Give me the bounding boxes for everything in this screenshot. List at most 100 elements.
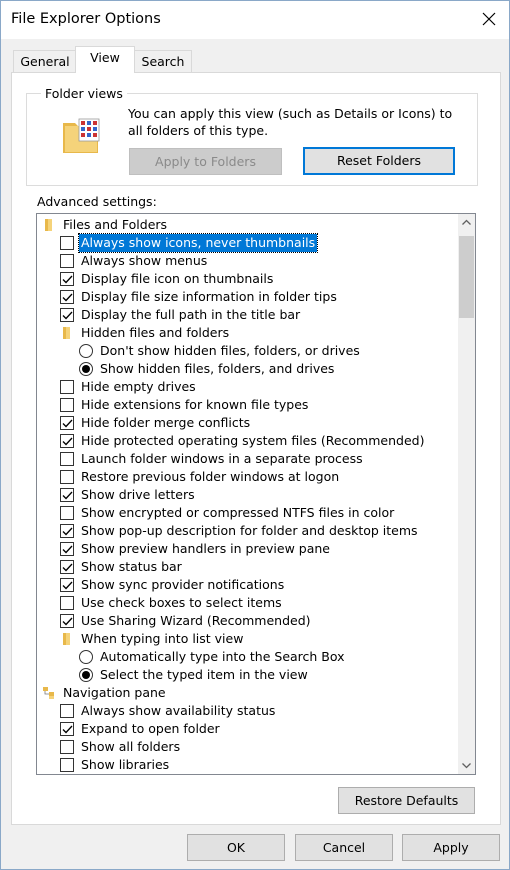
- checkbox-unchecked[interactable]: [60, 236, 74, 250]
- tree-item-radio[interactable]: Automatically type into the Search Box: [79, 648, 469, 666]
- tree-item-check[interactable]: Show sync provider notifications: [60, 576, 450, 594]
- tree-item-label: Restore previous folder windows at logon: [81, 469, 340, 484]
- tree-item-label: Hide protected operating system files (R…: [81, 433, 425, 448]
- checkbox-checked[interactable]: [60, 272, 74, 286]
- tree-item-check[interactable]: Hide empty drives: [60, 378, 450, 396]
- radio-unselected[interactable]: [79, 344, 93, 358]
- tree-item-check[interactable]: Restore previous folder windows at logon: [60, 468, 450, 486]
- tree-item-radio[interactable]: Select the typed item in the view: [79, 666, 469, 684]
- checkmark-icon: [62, 419, 73, 428]
- scroll-down-button[interactable]: [458, 757, 475, 774]
- advanced-settings-tree[interactable]: Files and Folders Always show icons, neve…: [36, 213, 476, 775]
- close-button[interactable]: [477, 7, 501, 31]
- tree-item-check[interactable]: Expand to open folder: [60, 720, 450, 738]
- tree-item-check[interactable]: Hide protected operating system files (R…: [60, 432, 450, 450]
- tree-item-label: Show libraries: [81, 757, 170, 772]
- tree-item-check[interactable]: Show all folders: [60, 738, 450, 756]
- checkbox-checked[interactable]: [60, 434, 74, 448]
- tree-item-label: Launch folder windows in a separate proc…: [81, 451, 363, 466]
- tree-item-label: Show all folders: [81, 739, 181, 754]
- radio-unselected[interactable]: [79, 650, 93, 664]
- checkbox-checked[interactable]: [60, 578, 74, 592]
- checkbox-unchecked[interactable]: [60, 398, 74, 412]
- apply-to-folders-button[interactable]: Apply to Folders: [129, 148, 282, 175]
- tree-item-label: Always show menus: [81, 253, 208, 268]
- checkbox-checked[interactable]: [60, 308, 74, 322]
- apply-button[interactable]: Apply: [402, 834, 500, 861]
- checkbox-checked[interactable]: [60, 560, 74, 574]
- tree-item-label: Use Sharing Wizard (Recommended): [81, 613, 311, 628]
- folder-icon: [63, 327, 70, 339]
- tree-item-check[interactable]: Display the full path in the title bar: [60, 306, 450, 324]
- checkmark-icon: [62, 491, 73, 500]
- tab-general[interactable]: General: [13, 50, 77, 74]
- tree-item-label: When typing into list view: [81, 631, 244, 646]
- vertical-scrollbar[interactable]: [458, 214, 475, 774]
- checkbox-unchecked[interactable]: [60, 452, 74, 466]
- tree-item-check[interactable]: Always show menus: [60, 252, 450, 270]
- tree-item-check[interactable]: Hide extensions for known file types: [60, 396, 450, 414]
- checkbox-unchecked[interactable]: [60, 596, 74, 610]
- tree-item-radio[interactable]: Show hidden files, folders, and drives: [79, 360, 469, 378]
- tab-search[interactable]: Search: [134, 50, 192, 74]
- checkbox-unchecked[interactable]: [60, 758, 74, 772]
- restore-defaults-button[interactable]: Restore Defaults: [338, 787, 475, 814]
- tree-item-check[interactable]: Always show availability status: [60, 702, 450, 720]
- tree-item-check[interactable]: Use check boxes to select items: [60, 594, 450, 612]
- tree-item-check[interactable]: Display file size information in folder …: [60, 288, 450, 306]
- tree-item-label: Show status bar: [81, 559, 182, 574]
- tree-item-radio[interactable]: Don't show hidden files, folders, or dri…: [79, 342, 469, 360]
- checkbox-unchecked[interactable]: [60, 470, 74, 484]
- tree-item-check[interactable]: Show drive letters: [60, 486, 450, 504]
- tree-item-check[interactable]: Show status bar: [60, 558, 450, 576]
- tree-item-check[interactable]: Hide folder merge conflicts: [60, 414, 450, 432]
- tab-view[interactable]: View: [75, 46, 135, 73]
- checkbox-unchecked[interactable]: [60, 254, 74, 268]
- tree-item-check[interactable]: Show preview handlers in preview pane: [60, 540, 450, 558]
- checkmark-icon: [62, 275, 73, 284]
- ok-button[interactable]: OK: [187, 834, 285, 861]
- checkbox-checked[interactable]: [60, 614, 74, 628]
- radio-selected[interactable]: [79, 668, 93, 682]
- radio-selected[interactable]: [79, 362, 93, 376]
- reset-folders-button[interactable]: Reset Folders: [303, 147, 455, 175]
- checkbox-checked[interactable]: [60, 290, 74, 304]
- tree-item-label: Use check boxes to select items: [81, 595, 282, 610]
- tree-item-check[interactable]: Display file icon on thumbnails: [60, 270, 450, 288]
- radio-dot: [82, 365, 90, 373]
- checkbox-checked[interactable]: [60, 542, 74, 556]
- checkmark-icon: [62, 725, 73, 734]
- tree-item-label: Select the typed item in the view: [100, 667, 308, 682]
- checkbox-unchecked[interactable]: [60, 506, 74, 520]
- tree-item-folder: Hidden files and folders: [60, 324, 450, 342]
- tree-item-check[interactable]: Show libraries: [60, 756, 450, 774]
- tree-item-label: Hidden files and folders: [81, 325, 230, 340]
- tree-item-label: Display file icon on thumbnails: [81, 271, 274, 286]
- checkbox-unchecked[interactable]: [60, 704, 74, 718]
- chevron-down-icon: [462, 763, 471, 769]
- tree-item-check[interactable]: Always show icons, never thumbnails: [60, 233, 450, 253]
- tree-item-label: Hide folder merge conflicts: [81, 415, 251, 430]
- tree-item-label: Navigation pane: [63, 685, 166, 700]
- tree-item-check[interactable]: Show pop-up description for folder and d…: [60, 522, 450, 540]
- checkbox-unchecked[interactable]: [60, 740, 74, 754]
- checkbox-checked[interactable]: [60, 416, 74, 430]
- tree-item-folder: Files and Folders: [42, 216, 432, 234]
- checkbox-checked[interactable]: [60, 722, 74, 736]
- tree-item-label: Automatically type into the Search Box: [100, 649, 345, 664]
- folder-views-label: Folder views: [41, 86, 127, 101]
- checkbox-checked[interactable]: [60, 488, 74, 502]
- chevron-up-icon: [462, 219, 471, 225]
- scroll-thumb[interactable]: [459, 236, 474, 318]
- tree-item-check[interactable]: Show encrypted or compressed NTFS files …: [60, 504, 450, 522]
- checkmark-icon: [62, 527, 73, 536]
- tree-item-check[interactable]: Use Sharing Wizard (Recommended): [60, 612, 450, 630]
- tree-item-label: Show sync provider notifications: [81, 577, 285, 592]
- tree-item-check[interactable]: Launch folder windows in a separate proc…: [60, 450, 450, 468]
- tree-item-label: Files and Folders: [63, 217, 168, 232]
- checkbox-checked[interactable]: [60, 524, 74, 538]
- tree-item-label: Hide empty drives: [81, 379, 196, 394]
- cancel-button[interactable]: Cancel: [295, 834, 393, 861]
- checkbox-unchecked[interactable]: [60, 380, 74, 394]
- scroll-up-button[interactable]: [458, 214, 475, 231]
